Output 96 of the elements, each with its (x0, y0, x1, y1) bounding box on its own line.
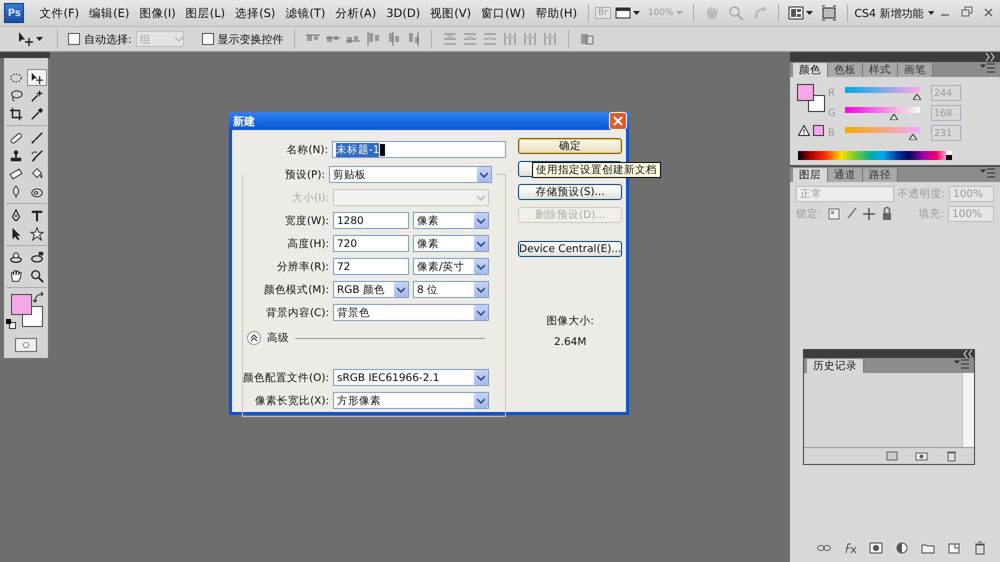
screen-icon[interactable] (821, 5, 838, 21)
number-field[interactable]: 720 (333, 235, 409, 252)
app-logo[interactable]: Ps (4, 3, 24, 23)
lock-label: 锁定: (796, 207, 822, 221)
section-label: 高级 (267, 331, 289, 345)
screen-mode-icon[interactable] (614, 5, 631, 21)
trash-icon[interactable] (972, 540, 988, 556)
mode-dropdown[interactable]: RGB 颜色 (333, 281, 409, 298)
chevron-up-icon (250, 334, 258, 342)
caret-icon (477, 194, 485, 200)
workspace-switcher[interactable]: CS4 新增功能 (854, 6, 924, 20)
checkbox[interactable] (68, 33, 80, 45)
field-label: 高度(H): (286, 236, 329, 250)
slider-thumb[interactable] (890, 114, 898, 120)
select-dropdown[interactable]: sRGB IEC61966-2.1 (333, 369, 489, 386)
dialog-title: 新建 (233, 114, 255, 128)
tooltip: 使用指定设置创建新文档 (532, 162, 661, 178)
arrange-icon[interactable] (788, 5, 804, 21)
depth-dropdown[interactable]: 8 位 (413, 281, 489, 298)
circle-icon (22, 340, 30, 350)
select-dropdown[interactable]: 背景色 (333, 304, 489, 321)
menu-item[interactable]: 选择(S) (230, 6, 280, 20)
menu-item[interactable]: 文件(F) (34, 6, 84, 20)
number-field[interactable]: 1280 (333, 212, 409, 229)
panel-tab[interactable]: 历史记录 (807, 359, 864, 373)
menu-item[interactable]: 分析(A) (330, 6, 382, 20)
menu-item[interactable]: 编辑(E) (84, 6, 134, 20)
menu-item[interactable]: 视图(V) (425, 6, 476, 20)
mask-icon[interactable] (868, 540, 884, 556)
color-swatches-drawing[interactable] (6, 292, 46, 330)
color-swatches-drawing[interactable] (797, 84, 827, 114)
auto-align-icon[interactable] (578, 31, 595, 47)
menu-item[interactable]: 滤镜(T) (280, 6, 330, 20)
slider-thumb[interactable] (908, 134, 917, 140)
opacity-label: 不透明度: (898, 187, 946, 201)
quick-mask-button[interactable] (15, 338, 37, 352)
menu-item[interactable]: 帮助(H) (530, 6, 582, 20)
field-label: 名称(N): (285, 142, 328, 156)
panel-tab[interactable]: 样式 (863, 63, 898, 77)
dialog-button[interactable]: Device Central(E)... (518, 241, 622, 257)
field-label: 宽度(W): (284, 214, 329, 228)
move-icon[interactable] (26, 69, 46, 86)
scrollbar[interactable] (962, 373, 974, 447)
caret-icon (174, 36, 183, 42)
channel-label: B (828, 128, 836, 138)
warning-icon[interactable] (798, 125, 810, 136)
slider-thumb[interactable] (912, 94, 921, 100)
unit-dropdown[interactable]: 像素/英寸 (413, 258, 489, 275)
field-label: 背景内容(C): (264, 306, 329, 320)
dialog-button[interactable]: 确定 (518, 138, 622, 154)
field-label: 颜色配置文件(O): (243, 370, 329, 384)
fill-label: 填充: (918, 207, 944, 221)
caret-icon (397, 286, 405, 292)
checkbox[interactable] (202, 33, 214, 45)
unit-dropdown[interactable]: 像素 (413, 235, 489, 252)
caret-icon (477, 218, 485, 224)
menu-item[interactable]: 3D(D) (381, 6, 426, 20)
panel-tab[interactable]: 画笔 (898, 63, 933, 77)
caret-icon (477, 240, 485, 246)
image-size-label: 图像大小: (546, 314, 594, 328)
checkbox-label: 显示变换控件 (218, 32, 284, 46)
adjustment-icon[interactable] (894, 540, 910, 556)
menu-item[interactable]: 图像(I) (134, 6, 181, 20)
unit-dropdown[interactable]: 像素 (413, 212, 489, 229)
caret-icon (477, 264, 485, 270)
dialog-button[interactable]: 存储预设(S)... (518, 184, 622, 200)
checkbox-label: 自动选择: (84, 32, 132, 46)
field-label: 大小(I): (291, 190, 329, 204)
move-tool-icon[interactable] (18, 31, 34, 47)
close-button[interactable] (609, 112, 627, 130)
color-spectrum[interactable] (798, 151, 952, 160)
caret-icon (477, 398, 485, 404)
caret-icon (477, 374, 485, 380)
field-label: 预设(P): (284, 168, 325, 182)
close-icon (613, 116, 623, 126)
image-size-value: 2.64M (554, 336, 586, 348)
channel-label: G (828, 108, 836, 118)
menu-item[interactable]: 窗口(W) (476, 6, 530, 20)
select-dropdown[interactable]: 方形像素 (333, 392, 489, 409)
caret-icon (477, 286, 485, 292)
channel-label: R (828, 88, 836, 98)
caret-icon (480, 172, 488, 178)
preset-dropdown[interactable]: 剪贴板 (329, 166, 492, 183)
align-icon[interactable] (364, 31, 381, 47)
field-label: 颜色模式(M): (263, 282, 329, 296)
number-field[interactable]: 72 (333, 258, 409, 275)
field-label: 分辨率(R): (276, 260, 329, 274)
panel-tab[interactable]: 色板 (828, 63, 863, 77)
gamut-swatch[interactable] (813, 125, 824, 136)
caret-icon (477, 310, 485, 316)
panel-tab[interactable]: 颜色 (793, 63, 828, 77)
name-field[interactable]: 未标题-1 (332, 141, 506, 158)
collapse-button[interactable] (247, 331, 261, 345)
lock-pixels-icon[interactable] (826, 206, 840, 222)
menu-item[interactable]: 图层(L) (180, 6, 230, 20)
field-label: 像素长宽比(X): (254, 394, 329, 408)
